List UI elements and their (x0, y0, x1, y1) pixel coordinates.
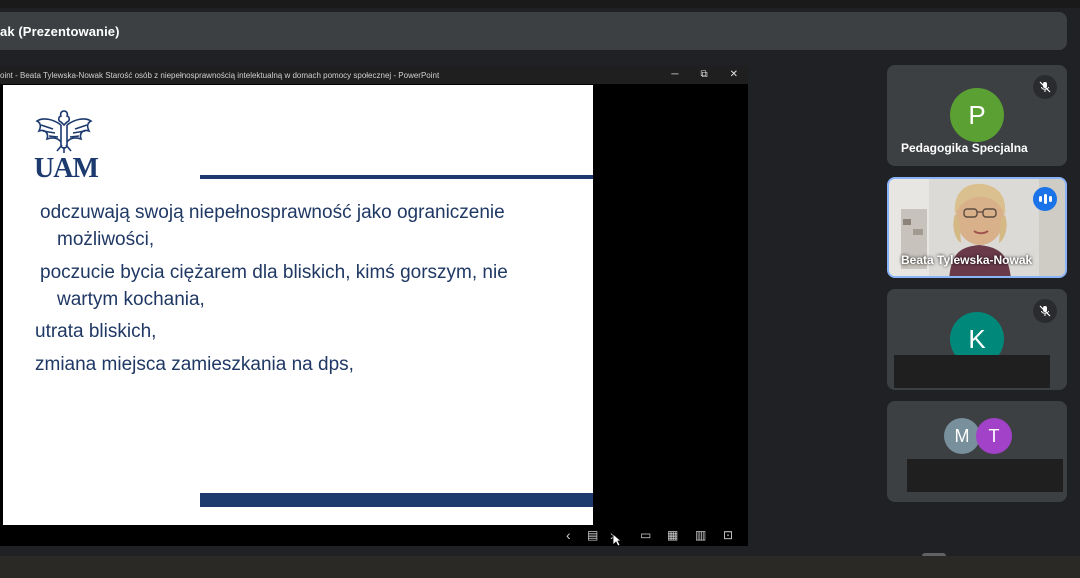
bullet-2: poczucie bycia ciężarem dla bliskich, ki… (40, 259, 508, 313)
close-icon[interactable]: ✕ (730, 66, 738, 84)
restore-icon[interactable]: ⧉ (700, 66, 707, 84)
participant-tile-pedagogika[interactable]: P Pedagogika Specjalna (887, 65, 1067, 166)
participant-tile-others[interactable]: M T (887, 401, 1067, 502)
bullet-2-line1: poczucie bycia ciężarem dla bliskich, ki… (40, 262, 508, 283)
presenting-bar: ak (Prezentowanie) (0, 12, 1067, 50)
slide-letterbox (593, 85, 745, 525)
avatar: T (976, 418, 1012, 454)
participant-tile-beata[interactable]: Beata Tylewska-Nowak (887, 177, 1067, 278)
mic-off-icon (1033, 75, 1057, 99)
bullet-4-line1: zmiana miejsca zamieszkania na dps, (35, 354, 354, 375)
reading-view-icon[interactable]: ▥ (695, 527, 706, 543)
powerpoint-title: oint - Beata Tylewska-Nowak Starość osób… (0, 70, 440, 80)
bullet-2-line2: wartym kochania, (57, 289, 205, 310)
mic-off-icon (1033, 299, 1057, 323)
participant-name: Pedagogika Specjalna (901, 141, 1028, 155)
mouse-cursor-icon (612, 533, 622, 547)
powerpoint-titlebar[interactable]: oint - Beata Tylewska-Nowak Starość osób… (0, 66, 748, 84)
avatar: P (950, 88, 1004, 142)
participant-name: Beata Tylewska-Nowak (901, 253, 1033, 267)
slide-sorter-icon[interactable]: ▦ (667, 527, 678, 543)
window-controls: ─ ⧉ ✕ (671, 66, 738, 84)
bullet-1: odczuwają swoją niepełnosprawność jako o… (40, 199, 505, 253)
avatar: M (944, 418, 980, 454)
bullet-1-line1: odczuwają swoją niepełnosprawność jako o… (40, 202, 505, 223)
bullet-3-line1: utrata bliskich, (35, 321, 157, 342)
name-redaction (894, 355, 1050, 388)
normal-view-icon[interactable]: ▭ (640, 527, 651, 543)
participant-tile-k[interactable]: K (887, 289, 1067, 390)
speaking-indicator-icon (1033, 187, 1057, 211)
top-strip (0, 0, 1080, 8)
slide-rule-top (200, 175, 593, 179)
powerpoint-window[interactable]: oint - Beata Tylewska-Nowak Starość osób… (0, 66, 748, 546)
powerpoint-statusbar: ‹ ▤ › ▭ ▦ ▥ ⊡ (0, 525, 748, 546)
uam-logo-text: UAM (34, 153, 99, 184)
bullet-1-line2: możliwości, (57, 229, 155, 250)
minimize-icon[interactable]: ─ (671, 66, 678, 84)
bullet-3: utrata bliskich, (35, 318, 156, 345)
notes-icon[interactable]: ▤ (587, 527, 598, 543)
slide: UAM odczuwają swoją niepełnosprawność ja… (3, 85, 593, 525)
name-redaction (907, 459, 1063, 492)
bullet-4: zmiana miejsca zamieszkania na dps, (35, 351, 354, 378)
bottom-bar (0, 556, 1080, 578)
slideshow-icon[interactable]: ⊡ (723, 527, 733, 543)
slide-rule-bottom (200, 493, 593, 507)
presenting-label: ak (Prezentowanie) (0, 23, 120, 39)
previous-slide-icon[interactable]: ‹ (566, 527, 571, 543)
